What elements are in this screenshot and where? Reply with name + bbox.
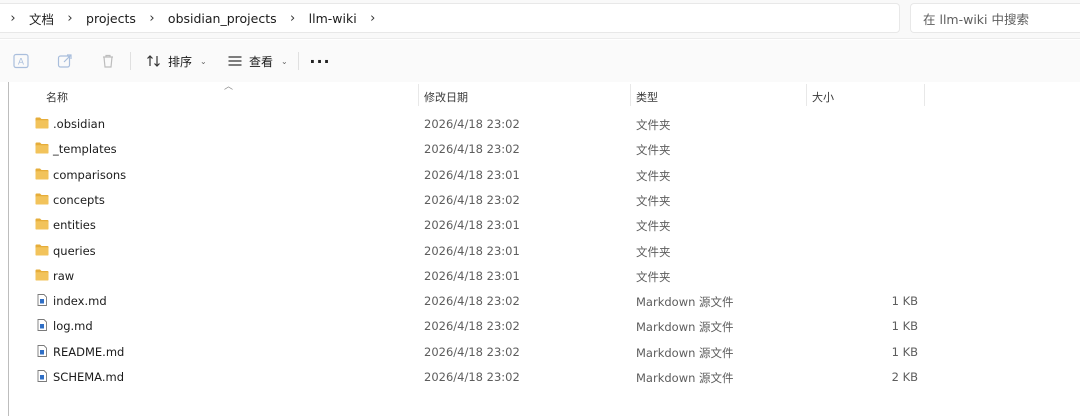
file-date: 2026/4/18 23:02 bbox=[424, 142, 520, 157]
breadcrumb-item-projects[interactable]: projects bbox=[83, 11, 139, 26]
sort-button[interactable]: 排序 ⌄ bbox=[146, 50, 207, 72]
markdown-file-icon bbox=[37, 319, 47, 332]
column-divider[interactable] bbox=[924, 84, 925, 106]
file-list: ︿ 名称 修改日期 类型 大小 .obsidian 2026/4/18 23:02… bbox=[0, 82, 1080, 416]
breadcrumb-item-obsidian-projects[interactable]: obsidian_projects bbox=[165, 11, 280, 26]
file-name: README.md bbox=[53, 344, 125, 359]
table-row[interactable]: .obsidian 2026/4/18 23:02 文件夹 bbox=[0, 111, 1080, 136]
folder-icon bbox=[35, 269, 49, 281]
column-divider[interactable] bbox=[630, 84, 631, 106]
file-name: _templates bbox=[53, 142, 117, 157]
breadcrumb-item-documents[interactable]: 文档 bbox=[26, 9, 57, 28]
file-name: index.md bbox=[53, 294, 107, 309]
table-row[interactable]: README.md 2026/4/18 23:02 Markdown 源文件 1 KB bbox=[0, 339, 1080, 364]
delete-icon[interactable] bbox=[97, 50, 119, 72]
search-placeholder: 在 llm-wiki 中搜索 bbox=[923, 11, 1029, 27]
file-name: entities bbox=[53, 218, 96, 233]
file-type: 文件夹 bbox=[636, 244, 671, 259]
address-bar: › 文档 › projects › obsidian_projects › ll… bbox=[0, 0, 1080, 39]
breadcrumb-separator-icon[interactable]: › bbox=[360, 11, 386, 26]
file-type: 文件夹 bbox=[636, 219, 671, 234]
file-name: concepts bbox=[53, 192, 105, 207]
rename-icon[interactable]: A bbox=[10, 50, 32, 72]
file-name: comparisons bbox=[53, 167, 127, 182]
file-type: 文件夹 bbox=[636, 168, 671, 183]
file-name: .obsidian bbox=[53, 117, 106, 131]
file-type: Markdown 源文件 bbox=[636, 320, 734, 335]
table-row[interactable]: entities 2026/4/18 23:01 文件夹 bbox=[0, 212, 1080, 237]
folder-icon bbox=[35, 168, 49, 180]
file-type: 文件夹 bbox=[636, 118, 671, 132]
file-date: 2026/4/18 23:02 bbox=[424, 192, 520, 207]
file-type: Markdown 源文件 bbox=[636, 345, 734, 360]
file-name: queries bbox=[53, 243, 96, 258]
table-row[interactable]: concepts 2026/4/18 23:02 文件夹 bbox=[0, 187, 1080, 212]
markdown-file-icon bbox=[37, 344, 47, 357]
file-date: 2026/4/18 23:01 bbox=[424, 218, 520, 233]
file-date: 2026/4/18 23:02 bbox=[424, 344, 520, 359]
more-options-icon[interactable]: ··· bbox=[309, 50, 331, 72]
table-row[interactable]: comparisons 2026/4/18 23:01 文件夹 bbox=[0, 162, 1080, 187]
file-date: 2026/4/18 23:01 bbox=[424, 167, 520, 182]
table-row[interactable]: _templates 2026/4/18 23:02 文件夹 bbox=[0, 136, 1080, 161]
file-type: 文件夹 bbox=[636, 193, 671, 208]
column-divider[interactable] bbox=[418, 84, 419, 106]
view-icon bbox=[228, 56, 242, 66]
sort-label: 排序 bbox=[168, 54, 193, 69]
folder-icon bbox=[35, 244, 49, 255]
chevron-down-icon: ⌄ bbox=[200, 56, 207, 66]
toolbar-divider bbox=[130, 52, 131, 70]
column-header-name[interactable]: 名称 bbox=[46, 89, 68, 105]
file-type: Markdown 源文件 bbox=[636, 295, 734, 310]
folder-icon bbox=[35, 218, 49, 230]
toolbar-divider bbox=[298, 52, 299, 70]
markdown-file-icon bbox=[37, 370, 47, 382]
table-row[interactable]: log.md 2026/4/18 23:02 Markdown 源文件 1 KB bbox=[0, 313, 1080, 338]
file-date: 2026/4/18 23:02 bbox=[424, 319, 520, 334]
file-size: 1 KB bbox=[891, 344, 918, 359]
file-size: 2 KB bbox=[891, 370, 918, 384]
folder-icon bbox=[35, 142, 49, 154]
file-date: 2026/4/18 23:02 bbox=[424, 117, 520, 131]
column-divider[interactable] bbox=[806, 84, 807, 106]
table-row[interactable]: raw 2026/4/18 23:01 文件夹 bbox=[0, 263, 1080, 288]
chevron-down-icon: ⌄ bbox=[281, 56, 288, 66]
command-bar: A 排序 ⌄ 查看 ⌄ ··· bbox=[0, 40, 1080, 82]
file-size: 1 KB bbox=[891, 294, 918, 309]
breadcrumb-expand-chevron-icon[interactable]: › bbox=[0, 11, 26, 26]
view-label: 查看 bbox=[249, 54, 274, 69]
breadcrumb[interactable]: › 文档 › projects › obsidian_projects › ll… bbox=[0, 3, 900, 33]
svg-text:A: A bbox=[18, 58, 25, 68]
file-type: Markdown 源文件 bbox=[636, 371, 734, 385]
file-type: 文件夹 bbox=[636, 143, 671, 158]
share-icon[interactable] bbox=[54, 50, 76, 72]
markdown-file-icon bbox=[37, 294, 47, 307]
file-name: raw bbox=[53, 268, 75, 283]
view-button[interactable]: 查看 ⌄ bbox=[227, 50, 288, 72]
sort-ascending-icon: ︿ bbox=[224, 82, 234, 92]
column-header-date[interactable]: 修改日期 bbox=[424, 89, 468, 105]
column-header-type[interactable]: 类型 bbox=[636, 89, 658, 105]
column-header-size[interactable]: 大小 bbox=[812, 89, 834, 105]
file-type: 文件夹 bbox=[636, 269, 671, 284]
breadcrumb-separator-icon[interactable]: › bbox=[280, 11, 306, 26]
file-size: 1 KB bbox=[891, 319, 918, 334]
table-row[interactable]: SCHEMA.md 2026/4/18 23:02 Markdown 源文件 2 KB bbox=[0, 364, 1080, 389]
file-date: 2026/4/18 23:01 bbox=[424, 243, 520, 258]
file-date: 2026/4/18 23:02 bbox=[424, 370, 520, 384]
column-header-row: ︿ 名称 修改日期 类型 大小 bbox=[0, 82, 1080, 108]
breadcrumb-item-llm-wiki[interactable]: llm-wiki bbox=[306, 11, 360, 26]
file-name: log.md bbox=[53, 319, 93, 334]
table-row[interactable]: queries 2026/4/18 23:01 文件夹 bbox=[0, 238, 1080, 263]
folder-icon bbox=[35, 193, 49, 205]
table-row[interactable]: index.md 2026/4/18 23:02 Markdown 源文件 1 KB bbox=[0, 288, 1080, 313]
file-name: SCHEMA.md bbox=[53, 370, 124, 384]
sort-icon bbox=[147, 55, 160, 67]
breadcrumb-separator-icon[interactable]: › bbox=[57, 11, 83, 26]
file-date: 2026/4/18 23:02 bbox=[424, 294, 520, 309]
file-date: 2026/4/18 23:01 bbox=[424, 268, 520, 283]
breadcrumb-separator-icon[interactable]: › bbox=[139, 11, 165, 26]
search-input[interactable]: 在 llm-wiki 中搜索 bbox=[910, 3, 1080, 33]
folder-icon bbox=[35, 117, 49, 129]
